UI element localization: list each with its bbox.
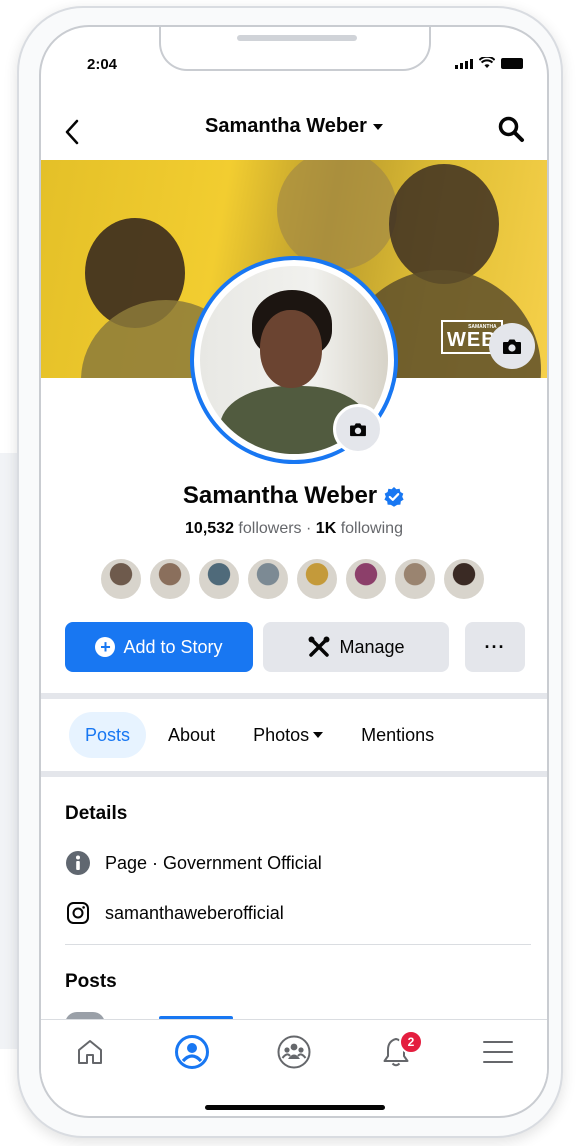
friend-avatar[interactable]: [246, 557, 290, 601]
hamburger-menu-icon: [483, 1041, 513, 1063]
edit-profile-picture-button[interactable]: [333, 404, 383, 454]
divider: [65, 944, 531, 945]
friend-avatar[interactable]: [148, 557, 192, 601]
status-time: 2:04: [87, 56, 118, 73]
tab-mentions[interactable]: Mentions: [345, 712, 450, 758]
profile-name-text: Samantha Weber: [182, 482, 378, 509]
battery-icon: [501, 58, 523, 69]
edit-cover-button[interactable]: [489, 323, 535, 369]
page-category-row: Page · Government Official: [65, 850, 322, 876]
profile-icon: [175, 1035, 209, 1069]
search-icon[interactable]: [497, 115, 525, 143]
manage-label: Manage: [339, 636, 405, 657]
speaker: [237, 35, 357, 41]
add-to-story-button[interactable]: + Add to Story: [65, 622, 253, 672]
profile-actions: + Add to Story Manage ···: [65, 622, 525, 672]
groups-icon: [277, 1035, 311, 1069]
section-separator: [41, 771, 547, 777]
profile-tabs: Posts About Photos Mentions: [69, 710, 450, 760]
friend-avatars: [99, 557, 486, 601]
camera-icon: [503, 339, 521, 354]
nav-profile[interactable]: [172, 1032, 212, 1072]
header-title: Samantha Weber: [205, 115, 367, 137]
info-icon: [65, 850, 91, 876]
notification-badge: 2: [399, 1030, 423, 1054]
friend-avatar[interactable]: [197, 557, 241, 601]
chevron-down-icon: [372, 123, 383, 130]
bottom-navigation: 2: [41, 1019, 547, 1082]
home-icon: [78, 1040, 102, 1064]
instagram-icon: [65, 900, 91, 926]
friend-avatar[interactable]: [393, 557, 437, 601]
details-title: Details: [65, 803, 128, 824]
instagram-handle: samanthaweberofficial: [105, 902, 284, 923]
chevron-down-icon: [313, 732, 324, 738]
following-count: 1K: [315, 520, 337, 537]
add-to-story-label: Add to Story: [123, 636, 223, 657]
phone-screen: 2:04 Samantha Weber SAMANTHA WEB Samanth…: [39, 25, 549, 1118]
plus-icon: +: [95, 637, 116, 657]
cover-person-back: [277, 160, 397, 270]
friend-avatar[interactable]: [295, 557, 339, 601]
wifi-icon: [479, 57, 495, 68]
verified-badge-icon: [383, 486, 405, 508]
tab-photos-label: Photos: [253, 724, 310, 745]
nav-menu[interactable]: [478, 1032, 518, 1072]
tab-photos[interactable]: Photos: [237, 712, 339, 758]
friend-avatar[interactable]: [442, 557, 486, 601]
page-category-text: Page · Government Official: [105, 852, 322, 873]
nav-groups[interactable]: [274, 1032, 314, 1072]
tab-about[interactable]: About: [152, 712, 231, 758]
friend-avatar[interactable]: [344, 557, 388, 601]
manage-button[interactable]: Manage: [263, 622, 449, 672]
nav-home[interactable]: [70, 1032, 110, 1072]
tab-posts[interactable]: Posts: [69, 712, 147, 758]
follower-stats: 10,532 followers · 1K following: [41, 520, 547, 538]
cover-person-right-head: [389, 164, 499, 284]
camera-icon: [350, 422, 366, 436]
instagram-row[interactable]: samanthaweberofficial: [65, 900, 284, 926]
notch: [159, 27, 431, 71]
status-icons: [455, 57, 523, 69]
tools-icon: [308, 636, 330, 657]
followers-count: 10,532: [185, 520, 234, 537]
more-icon: ···: [484, 636, 506, 657]
posts-title: Posts: [65, 971, 117, 992]
top-navigation: Samantha Weber: [41, 107, 547, 157]
profile-switcher[interactable]: Samantha Weber: [41, 115, 547, 138]
profile-name: Samantha Weber: [41, 482, 547, 510]
signal-icon: [455, 59, 473, 69]
section-separator: [41, 693, 547, 699]
more-options-button[interactable]: ···: [465, 622, 525, 672]
home-indicator: [205, 1105, 385, 1110]
friend-avatar[interactable]: [99, 557, 143, 601]
following-label[interactable]: following: [341, 520, 403, 537]
stats-separator: ·: [306, 520, 312, 537]
followers-label[interactable]: followers: [238, 520, 301, 537]
